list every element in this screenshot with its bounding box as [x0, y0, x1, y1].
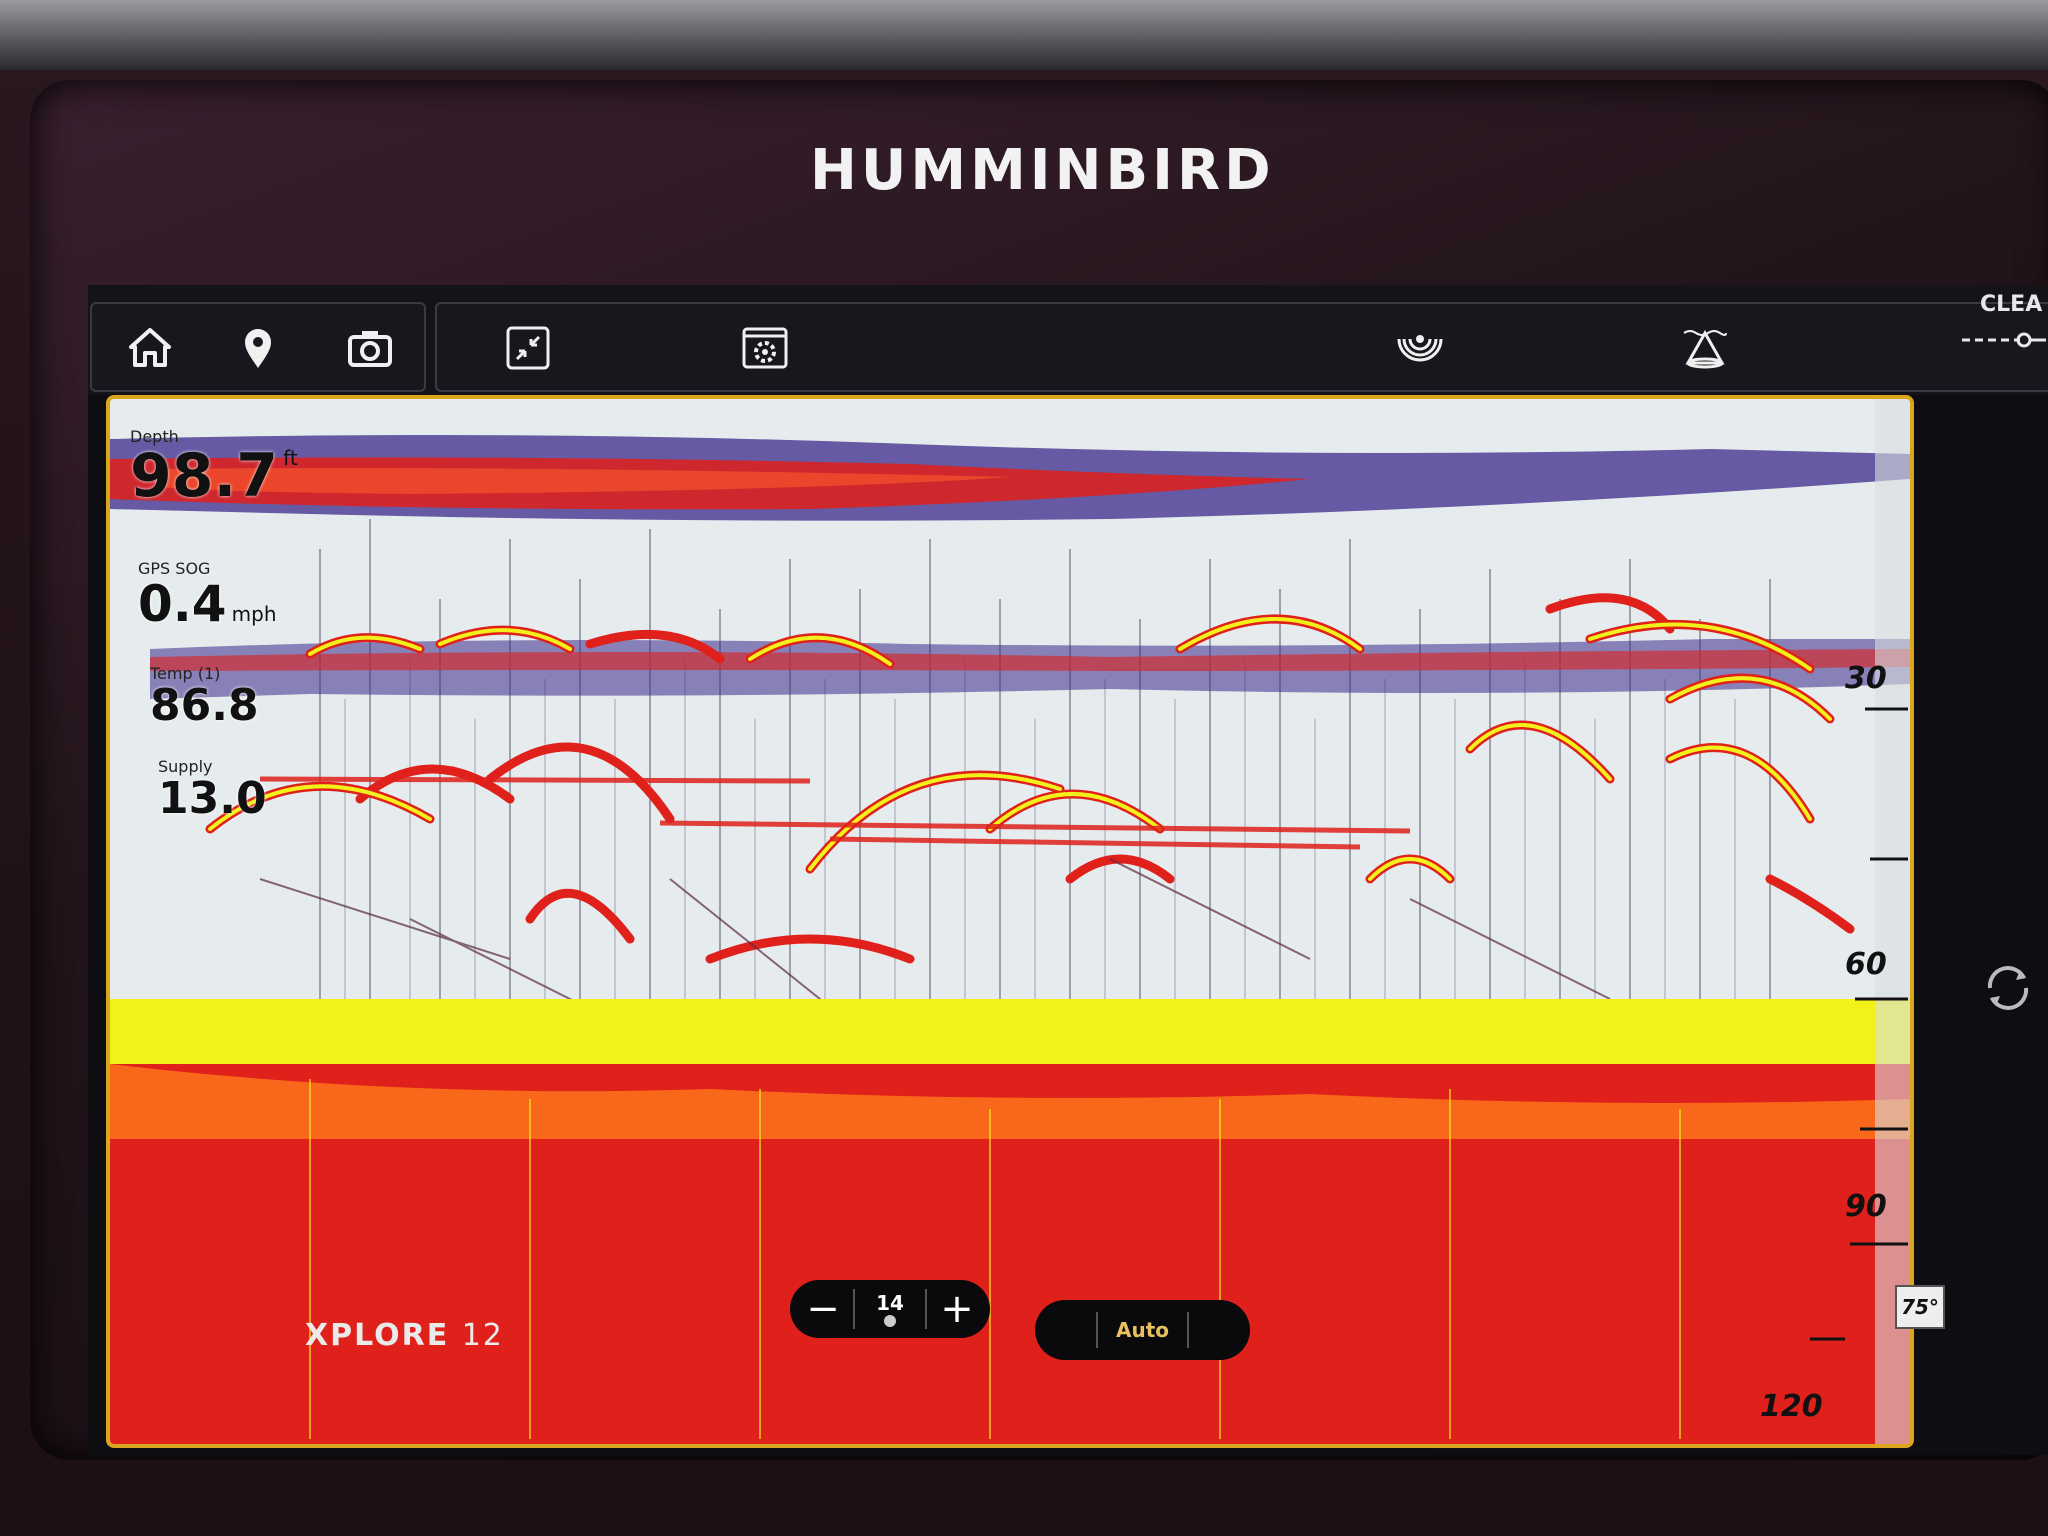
camera-icon: [348, 331, 392, 367]
home-icon: [129, 328, 171, 367]
toolbar-group-view: [435, 302, 2048, 392]
auto-mode-label: Auto: [1115, 1318, 1170, 1342]
waypoint-button[interactable]: [228, 318, 288, 378]
screenshot-button[interactable]: [340, 318, 400, 378]
gear-window-icon: [742, 327, 788, 369]
sensitivity-value-display: 14: [855, 1291, 925, 1327]
model-number: 12: [461, 1318, 504, 1353]
beam-angle-badge[interactable]: 75°: [1895, 1285, 1945, 1329]
shrink-icon: [506, 326, 550, 370]
sensitivity-control: − 14 +: [790, 1280, 990, 1338]
sensitivity-plus-button[interactable]: +: [927, 1286, 987, 1332]
home-button[interactable]: [120, 318, 180, 378]
map-pin-icon: [245, 329, 271, 368]
settings-button[interactable]: [735, 318, 795, 378]
auto-mode-button[interactable]: Auto: [1035, 1300, 1250, 1360]
supply-readout: Supply 13.0: [158, 757, 267, 822]
model-label: XPLORE 12: [305, 1318, 504, 1353]
minimize-button[interactable]: [498, 318, 558, 378]
sonar-waves-icon: [1397, 335, 1443, 362]
depth-value: 98.7: [130, 441, 279, 511]
depth-readout: Depth 98.7 ft: [130, 427, 298, 506]
sonar-button[interactable]: [1390, 318, 1450, 378]
sensitivity-value: 14: [876, 1291, 904, 1315]
down-imaging-button[interactable]: [1675, 318, 1735, 378]
depth-unit: ft: [283, 446, 298, 470]
model-name: XPLORE: [305, 1318, 450, 1353]
gps-sog-unit: mph: [231, 602, 277, 626]
gps-sog-readout: GPS SOG 0.4 mph: [138, 559, 277, 630]
sonar-view[interactable]: Depth 98.7 ft GPS SOG 0.4 mph Temp (1) 8…: [106, 395, 1914, 1448]
sonar-returns: [110, 399, 1910, 1444]
sensitivity-minus-button[interactable]: −: [793, 1286, 853, 1332]
cone-icon: [1683, 329, 1727, 369]
temp-readout: Temp (1) 86.8: [150, 664, 259, 729]
rotate-view-icon[interactable]: [1980, 960, 2036, 1016]
supply-value: 13.0: [158, 773, 267, 824]
gps-sog-value: 0.4: [138, 575, 227, 633]
clear-slider-icon[interactable]: [1960, 330, 2048, 350]
sensitivity-indicator-icon: [884, 1315, 896, 1327]
temp-value: 86.8: [150, 680, 259, 731]
brand-logo: HUMMINBIRD: [810, 138, 1275, 203]
clear-label[interactable]: CLEA: [1980, 292, 2042, 317]
mount-top: [0, 0, 2048, 70]
